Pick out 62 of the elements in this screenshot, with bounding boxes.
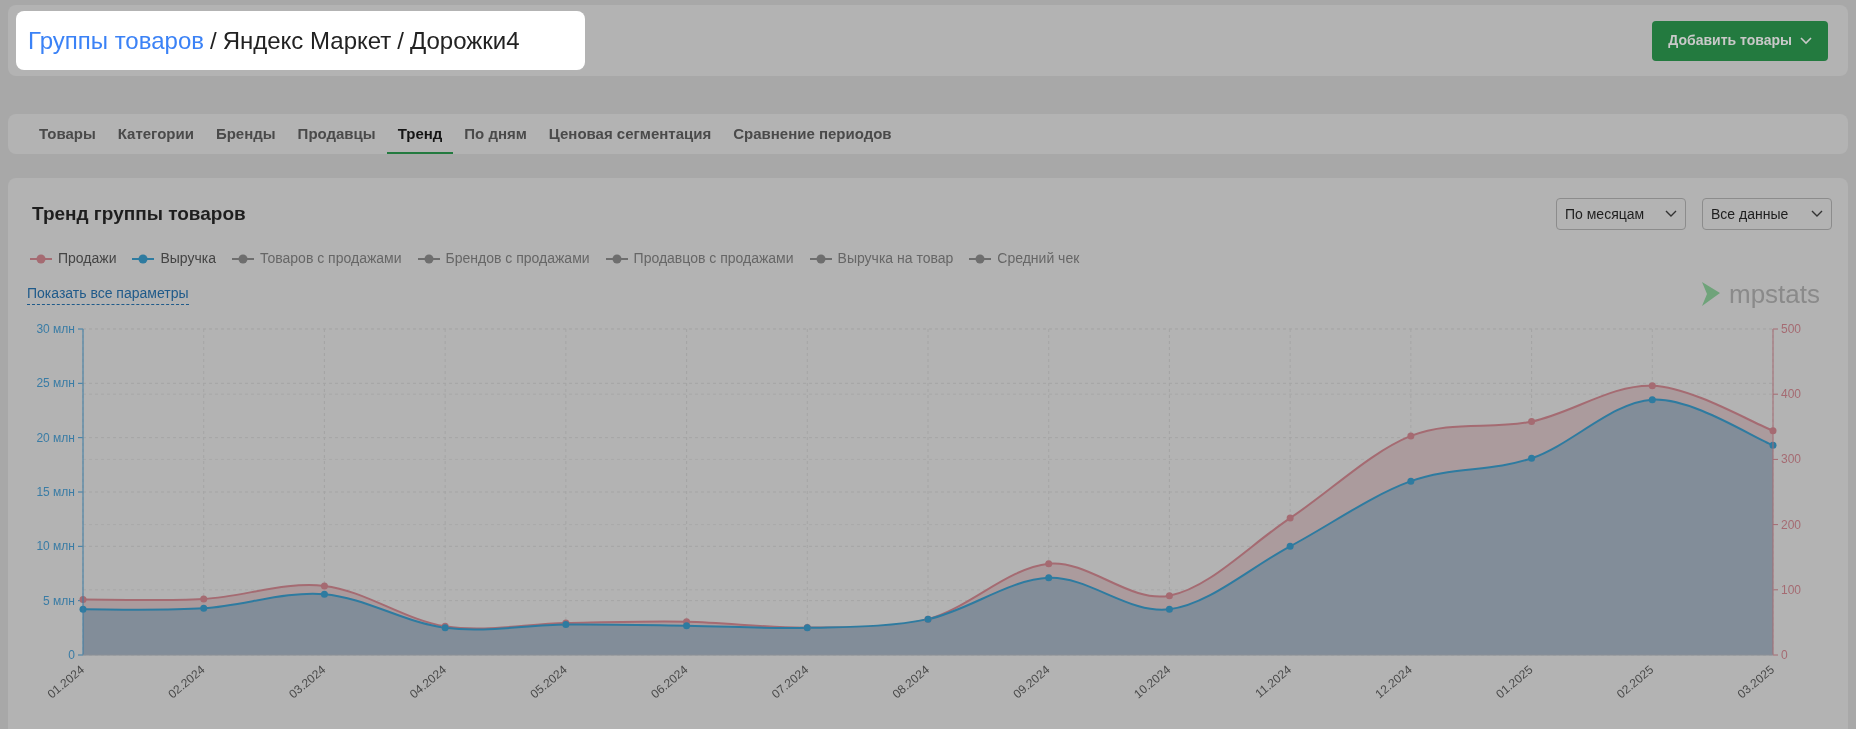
breadcrumb-item: Дорожки4 [410, 25, 520, 56]
y2-axis-label: 500 [1781, 322, 1802, 336]
tab[interactable]: Категории [106, 114, 205, 154]
y-axis-label: 5 млн [43, 593, 75, 608]
data-point [1407, 477, 1415, 485]
data-point [1648, 382, 1656, 390]
legend-marker-icon [132, 253, 155, 264]
chevron-down-icon [1800, 36, 1812, 45]
y-axis-label: 30 млн [36, 322, 75, 336]
legend-marker-icon [232, 253, 254, 264]
legend-item[interactable]: Продавцов с продажами [605, 248, 794, 269]
legend-item[interactable]: Продажи [30, 248, 117, 269]
data-point [1407, 432, 1415, 440]
legend-item[interactable]: Товаров с продажами [232, 248, 402, 269]
tab[interactable]: Сравнение периодов [722, 114, 903, 154]
tab[interactable]: Ценовая сегментация [537, 114, 723, 154]
data-point [1286, 542, 1294, 550]
data-point [1165, 605, 1173, 613]
legend-item[interactable]: Выручка [132, 248, 216, 269]
y-axis-label: 10 млн [36, 539, 75, 554]
legend-marker-icon [417, 253, 440, 264]
y2-axis-label: 0 [1781, 648, 1788, 662]
y2-axis-label: 300 [1781, 452, 1802, 467]
legend-item[interactable]: Выручка на товар [809, 248, 954, 269]
breadcrumb-item: Яндекс Маркет [222, 25, 392, 56]
breadcrumb-separator: / [210, 25, 217, 56]
panel-title: Тренд группы товаров [32, 201, 246, 226]
chevron-down-icon [1665, 210, 1677, 218]
y-axis-label: 15 млн [36, 485, 75, 499]
legend-item[interactable]: Средний чек [969, 248, 1080, 269]
data-point [1286, 514, 1294, 522]
legend-marker-icon [30, 253, 52, 264]
y2-axis-label: 200 [1781, 517, 1802, 532]
add-products-button[interactable]: Добавить товары [1652, 20, 1828, 61]
data-point [1648, 396, 1656, 404]
data-point [1045, 574, 1053, 582]
y-axis-label: 0 [68, 648, 75, 662]
legend-marker-icon [809, 253, 832, 264]
period-dropdown[interactable]: Все данные [1702, 198, 1832, 230]
y2-axis-label: 400 [1781, 387, 1802, 402]
show-all-parameters-link[interactable]: Показать все параметры [27, 283, 189, 305]
y-axis-label: 25 млн [36, 376, 75, 391]
breadcrumb-link[interactable]: Группы товаров [28, 22, 204, 59]
data-point [1528, 454, 1536, 462]
y2-axis-label: 100 [1781, 582, 1802, 597]
legend-marker-icon [605, 253, 628, 264]
data-point [1528, 418, 1536, 426]
period-dropdown[interactable]: По месяцам [1556, 198, 1686, 230]
y-axis-label: 20 млн [36, 430, 75, 445]
tab[interactable]: Продавцы [286, 114, 387, 154]
data-point [1769, 441, 1777, 449]
chevron-down-icon [1811, 210, 1823, 218]
legend-marker-icon [969, 253, 992, 264]
tab[interactable]: Бренды [204, 114, 287, 154]
data-point [1045, 560, 1053, 568]
data-point [1165, 592, 1173, 600]
data-point [1769, 427, 1777, 435]
legend-item[interactable]: Брендов с продажами [417, 248, 590, 269]
breadcrumb-separator: / [397, 25, 404, 56]
tab[interactable]: По дням [453, 114, 538, 154]
tab[interactable]: Товары [28, 114, 107, 154]
tab[interactable]: Тренд [386, 114, 454, 154]
